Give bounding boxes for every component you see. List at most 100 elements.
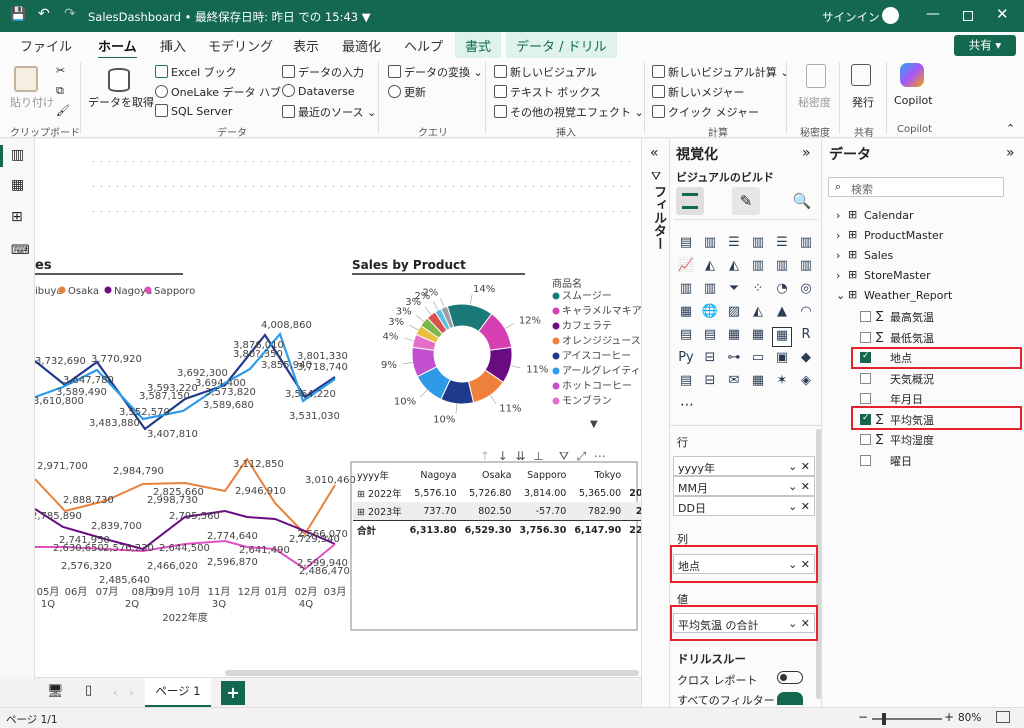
sign-in-link[interactable]: サインイン [822,9,880,25]
visual-type-icon[interactable]: ▥ [700,235,720,255]
rows-well-item[interactable]: MM月 ⌄ ✕ [673,476,815,496]
horizontal-scrollbar[interactable] [225,670,639,676]
sql-server-button[interactable]: SQL Server [155,104,232,118]
quick-measure-button[interactable]: クイック メジャー [652,104,759,120]
more-visuals-button[interactable]: その他の視覚エフェクト ⌄ [494,104,644,120]
new-calc-button[interactable]: 新しいビジュアル計算 ⌄ [652,64,790,80]
chevron-down-icon[interactable]: ⌄ [836,289,845,302]
visual-type-icon[interactable]: Py [676,350,696,370]
new-measure-button[interactable]: 新しいメジャー [652,84,744,100]
field-checkbox[interactable] [860,393,871,404]
column-header[interactable]: yyyy年 [353,466,406,484]
collapse-ribbon-icon[interactable]: ⌃ [1006,122,1015,135]
remove-field-icon[interactable]: ⌄ ✕ [788,558,810,571]
visual-type-icon[interactable]: ▦ [748,373,768,393]
tab-help[interactable]: ヘルプ [404,36,443,55]
tab-home[interactable]: ホーム [98,36,137,60]
table-row[interactable]: 合計6,313.806,529.303,756.306,147.9022,747… [353,520,687,540]
remove-field-icon[interactable]: ⌄ ✕ [788,460,810,473]
mobile-layout-icon[interactable]: ▯ [85,683,92,698]
zoom-out-icon[interactable]: − [858,710,868,724]
filters-pane-collapsed[interactable]: « ⛛ フィルター [641,139,669,707]
page-tab[interactable]: ページ 1 [145,678,211,708]
report-view-icon[interactable]: ▥ [11,147,24,163]
report-canvas[interactable]: es ibuya Osaka Nagoya Sapporo 3,732,690 3,61… [35,139,687,677]
visual-type-icon[interactable]: ◠ [796,304,816,324]
column-header[interactable]: Tokyo [570,466,625,484]
zoom-thumb[interactable] [882,713,886,725]
dax-view-icon[interactable]: ⌨ [11,243,30,258]
chevron-right-icon[interactable]: › [836,269,840,282]
visual-type-icon[interactable]: ◈ [796,373,816,393]
format-painter-icon[interactable]: 🖌 [56,104,70,117]
visual-type-icon[interactable]: ▣ [772,350,792,370]
more-visuals-icon[interactable]: ⋯ [680,397,694,413]
visual-type-icon[interactable]: ▤ [676,235,696,255]
table-item[interactable]: ⌄ ⊞ Weather_Report [822,287,1024,307]
visual-type-icon[interactable]: ▥ [748,258,768,278]
next-level-icon[interactable]: ⇊ [515,449,525,463]
visual-type-icon[interactable]: ◎ [796,281,816,301]
expand-filters-icon[interactable]: « [650,145,659,161]
collapse-viz-icon[interactable]: » [802,145,811,161]
visual-type-icon[interactable]: ▥ [772,258,792,278]
expand-icon[interactable]: ⊥ [533,449,543,463]
values-well-item[interactable]: 平均気温 の合計 ⌄ ✕ [673,613,815,633]
visual-type-icon[interactable]: ◆ [796,350,816,370]
visual-type-icon[interactable]: ▦ [724,327,744,347]
filters-label[interactable]: フィルター [649,185,668,250]
get-data-button[interactable]: データを取得 [88,94,154,110]
visual-type-icon[interactable]: ✉ [724,373,744,393]
visual-type-icon[interactable]: ▦ [772,327,792,347]
tab-modeling[interactable]: モデリング [208,36,273,55]
chevron-right-icon[interactable]: › [836,229,840,242]
visual-type-icon[interactable]: ◔ [772,281,792,301]
visual-type-icon[interactable]: ◭ [700,258,720,278]
save-icon[interactable]: 💾 [10,7,26,22]
sensitivity-button[interactable]: 秘密度 [798,94,831,110]
visual-type-icon[interactable]: ▥ [676,281,696,301]
document-title[interactable]: SalesDashboard • 最終保存日時: 昨日 での 15:43 ▼ [88,9,371,25]
rows-well-item[interactable]: yyyy年 ⌄ ✕ [673,456,815,476]
field-checkbox[interactable] [860,434,871,445]
focus-mode-icon[interactable]: ⤢ [577,449,587,463]
field-item[interactable]: 天気概況 [822,369,1024,389]
tab-data-drill[interactable]: データ / ドリル [506,32,617,58]
chevron-right-icon[interactable]: › [836,249,840,262]
rows-well-item[interactable]: DD日 ⌄ ✕ [673,496,815,516]
visual-type-icon[interactable]: ▦ [748,327,768,347]
visual-type-icon[interactable]: ▲ [772,304,792,324]
build-visual-tab[interactable] [676,187,704,215]
tab-file[interactable]: ファイル [20,36,72,55]
visual-type-icon[interactable]: ✶ [772,373,792,393]
field-item[interactable]: ∑ 最低気温 [822,328,1024,348]
visual-type-icon[interactable]: ◭ [724,258,744,278]
analytics-tab[interactable]: 🔍 [788,187,816,215]
field-item[interactable]: ∑ 平均湿度 [822,430,1024,450]
remove-field-icon[interactable]: ⌄ ✕ [788,500,810,513]
visual-type-icon[interactable]: ▤ [676,373,696,393]
visual-type-icon[interactable]: ▨ [724,304,744,324]
remove-field-icon[interactable]: ⌄ ✕ [788,617,810,630]
dataverse-button[interactable]: Dataverse [282,84,355,98]
tab-insert[interactable]: 挿入 [160,36,186,55]
excel-button[interactable]: Excel ブック [155,64,237,80]
publish-button[interactable]: 発行 [852,94,874,110]
onelake-button[interactable]: OneLake データ ハブ ⌄ [155,84,294,100]
table-row[interactable]: ⊞ 2022年5,576.105,726.803,814.005,365.002… [353,484,687,502]
maximize-icon[interactable] [963,11,973,21]
table-item[interactable]: › ⊞ ProductMaster [822,227,1024,247]
field-checkbox[interactable] [860,331,871,343]
visual-type-icon[interactable]: ⁘ [748,281,768,301]
visual-type-icon[interactable]: ▦ [676,304,696,324]
column-header[interactable]: Osaka [461,466,516,484]
avatar[interactable] [882,7,899,24]
table-item[interactable]: › ⊞ StoreMaster [822,267,1024,287]
model-view-icon[interactable]: ⊞ [11,209,23,225]
search-input[interactable]: 検索 [851,181,873,197]
visual-type-icon[interactable]: ▥ [700,281,720,301]
close-icon[interactable]: ✕ [996,5,1009,23]
copilot-button[interactable]: Copilot [894,94,933,107]
column-header[interactable]: Nagoya [406,466,461,484]
visual-type-icon[interactable]: ▥ [796,235,816,255]
